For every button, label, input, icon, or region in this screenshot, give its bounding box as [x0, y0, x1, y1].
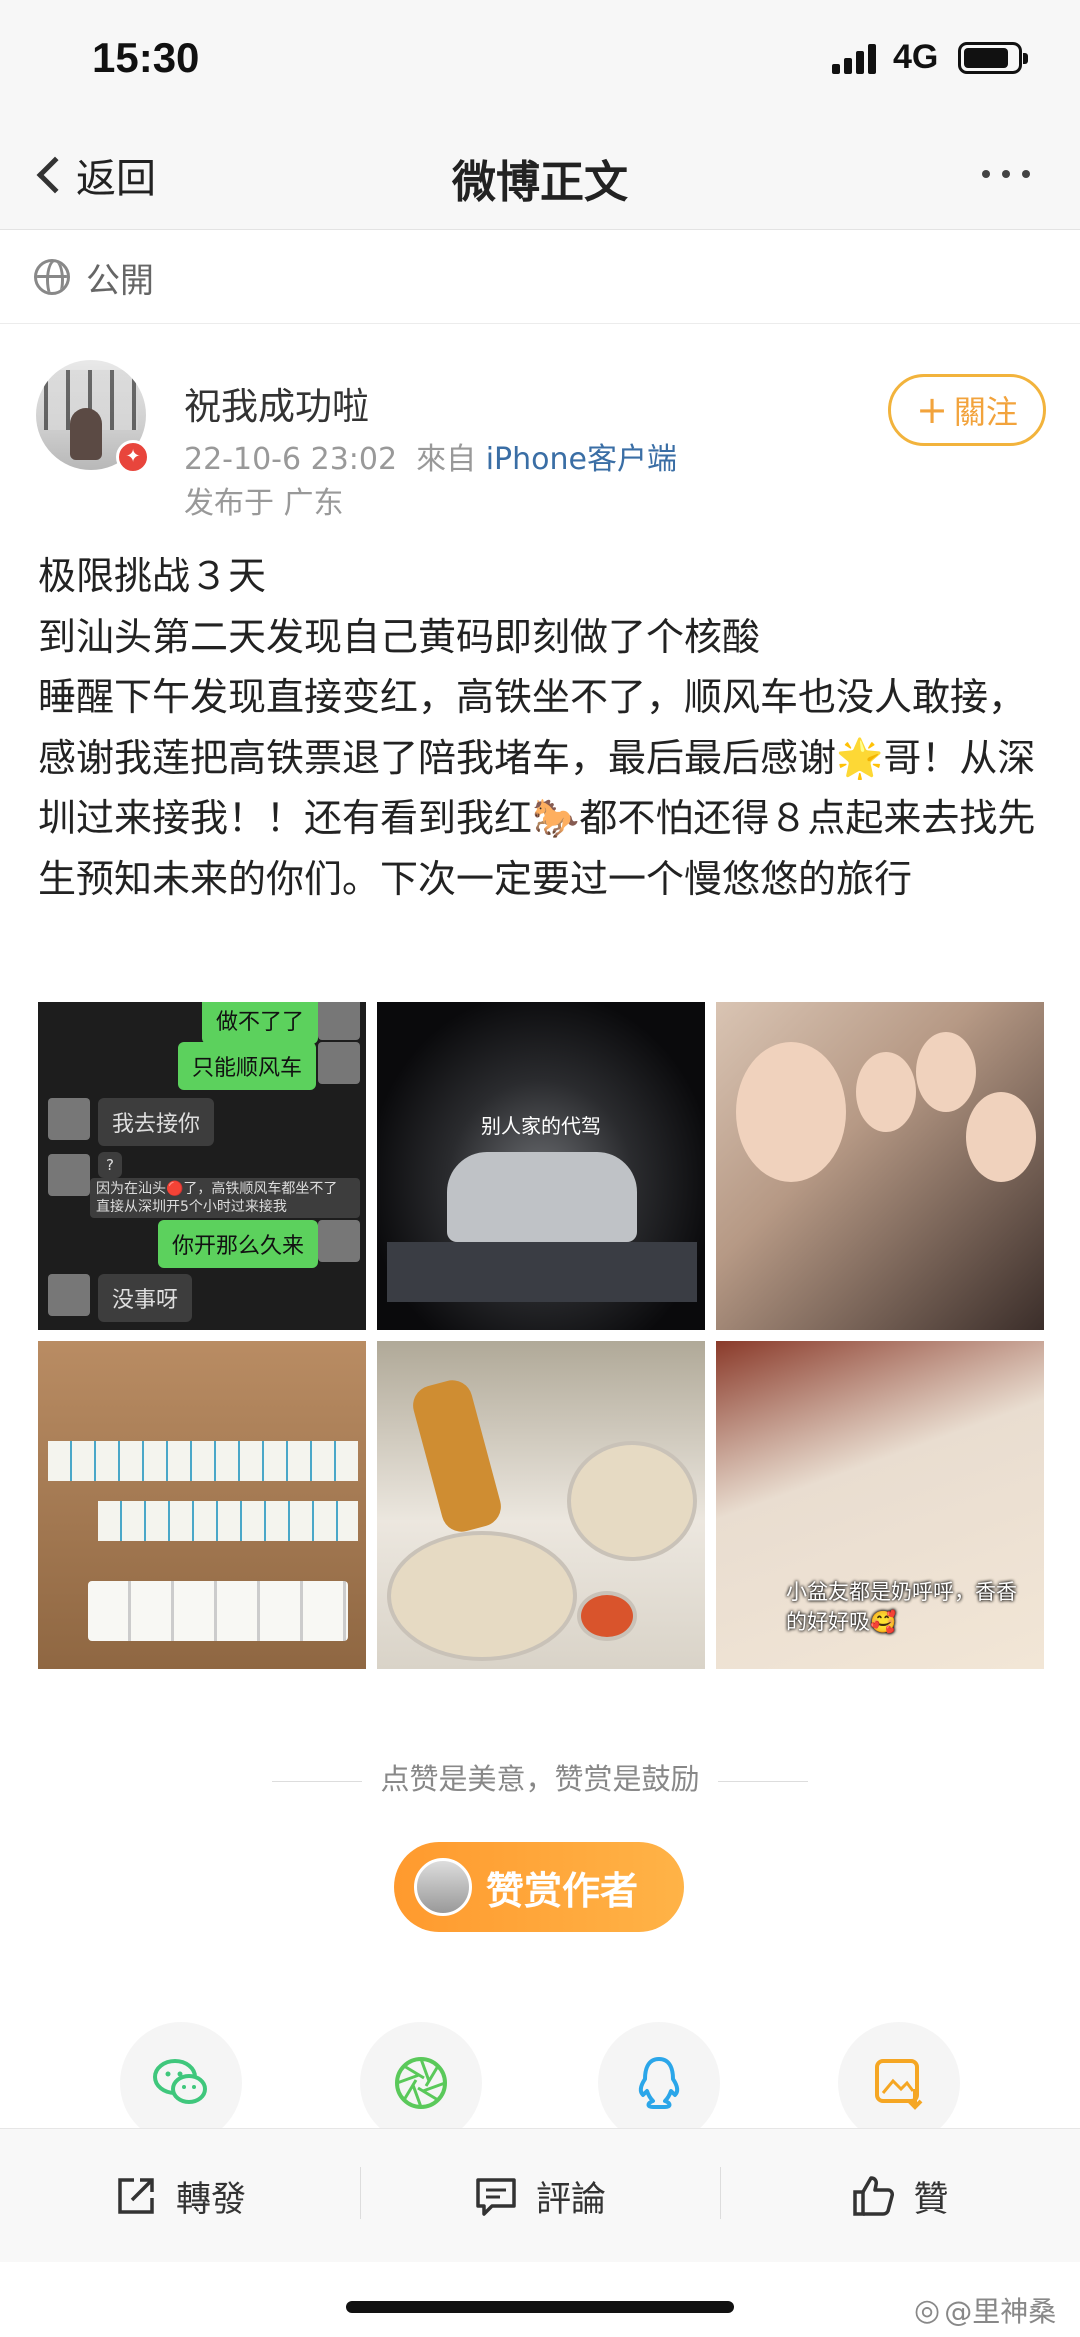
action-bar: 轉發 評論 贊: [0, 2128, 1080, 2262]
post-image-food[interactable]: [377, 1341, 705, 1669]
globe-icon: [34, 259, 70, 295]
comment-icon: [476, 2178, 516, 2216]
follow-label: 關注: [953, 393, 1018, 431]
signal-icon: [832, 44, 880, 74]
chat-bubble: 没事呀: [98, 1274, 193, 1322]
repost-button[interactable]: 轉發: [0, 2129, 360, 2263]
repost-label: 轉發: [175, 2179, 246, 2220]
post-timestamp: 22-10-6 23:02: [184, 442, 398, 477]
like-button[interactable]: 贊: [720, 2129, 1080, 2263]
status-time: 15:30: [92, 34, 200, 81]
qq-icon: [638, 2057, 680, 2109]
chat-bubble: 因为在汕头🔴了，高铁顺风车都坐不了 直接从深圳开5个小时过来接我: [90, 1178, 360, 1218]
chat-bubble: 你开那么久来: [158, 1220, 319, 1268]
more-icon[interactable]: [982, 170, 1030, 178]
source-prefix: 來自: [416, 442, 477, 477]
save-image-icon: [875, 2059, 923, 2110]
visibility-row: 公開: [0, 231, 1080, 324]
reward-label: 赞赏作者: [486, 1868, 639, 1913]
network-type: 4G: [893, 38, 939, 76]
username[interactable]: 祝我成功啦: [184, 376, 369, 430]
chat-bubble: 做不了了: [202, 1002, 319, 1044]
post-image-chat[interactable]: 做不了了 只能顺风车 我去接你 ? 因为在汕头🔴了，高铁顺风车都坐不了 直接从深圳…: [38, 1002, 366, 1330]
post-header: ✦ 祝我成功啦 22-10-6 23:02 來自 iPhone客户端 发布于 广…: [36, 360, 1046, 521]
chat-bubble: ?: [98, 1152, 122, 1178]
image-caption: 小盆友都是奶呼呼，香香的好好吸🥰: [786, 1580, 1017, 1634]
verified-badge-icon: ✦: [116, 440, 150, 474]
post-line: 极限挑战３天: [38, 554, 267, 598]
chat-bubble: 只能顺风车: [178, 1042, 317, 1090]
image-grid: 做不了了 只能顺风车 我去接你 ? 因为在汕头🔴了，高铁顺风车都坐不了 直接从深圳…: [38, 1002, 1044, 1669]
reward-author-button[interactable]: 赞赏作者: [394, 1842, 684, 1932]
weibo-logo-icon: ◎: [914, 2292, 941, 2328]
post-line: 到汕头第二天发现自己黄码即刻做了个核酸: [38, 614, 761, 659]
share-moments-button[interactable]: [360, 2022, 482, 2144]
status-bar: 15:30 4G: [0, 0, 1080, 120]
comment-label: 評論: [535, 2179, 606, 2220]
share-wechat-button[interactable]: [120, 2022, 242, 2144]
post-image-baby[interactable]: 小盆友都是奶呼呼，香香的好好吸🥰: [716, 1341, 1044, 1669]
post-image-car[interactable]: 别人家的代驾: [377, 1002, 705, 1330]
post-line: 睡醒下午发现直接变红，高铁坐不了，顺风车也没人敢接，感谢我莲把高铁票退了陪我堵车…: [38, 675, 1036, 901]
watermark: ◎ @里神桑: [914, 2292, 1057, 2329]
post-source[interactable]: iPhone客户端: [486, 442, 677, 477]
share-row: [0, 2022, 1080, 2144]
appreciate-hint: 点赞是美意，赞赏是鼓励: [0, 1756, 1080, 1798]
like-label: 贊: [913, 2179, 949, 2220]
nav-bar: 返回 微博正文: [0, 120, 1080, 230]
avatar: [414, 1858, 472, 1916]
post-location: 发布于 广东: [184, 486, 344, 521]
post-image-mahjong[interactable]: [38, 1341, 366, 1669]
save-image-button[interactable]: [838, 2022, 960, 2144]
home-indicator[interactable]: [346, 2301, 734, 2313]
comment-button[interactable]: 評論: [360, 2129, 720, 2263]
repost-icon: [118, 2178, 154, 2214]
plus-icon: +: [916, 388, 948, 432]
battery-icon: [958, 42, 1028, 74]
image-caption: 别人家的代驾: [481, 1114, 601, 1138]
moments-icon: [395, 2057, 447, 2109]
post-body: 极限挑战３天 到汕头第二天发现自己黄码即刻做了个核酸 睡醒下午发现直接变红，高铁…: [38, 546, 1048, 909]
wechat-icon: [153, 2059, 207, 2104]
post-meta: 22-10-6 23:02 來自 iPhone客户端: [184, 434, 677, 478]
share-qq-button[interactable]: [598, 2022, 720, 2144]
chat-bubble: 我去接你: [98, 1098, 215, 1146]
page-title: 微博正文: [452, 157, 628, 208]
follow-button[interactable]: + 關注: [888, 374, 1046, 446]
visibility-label: 公開: [86, 260, 154, 301]
thumbs-up-icon: [853, 2176, 895, 2216]
post-image-selfie[interactable]: [716, 1002, 1044, 1330]
